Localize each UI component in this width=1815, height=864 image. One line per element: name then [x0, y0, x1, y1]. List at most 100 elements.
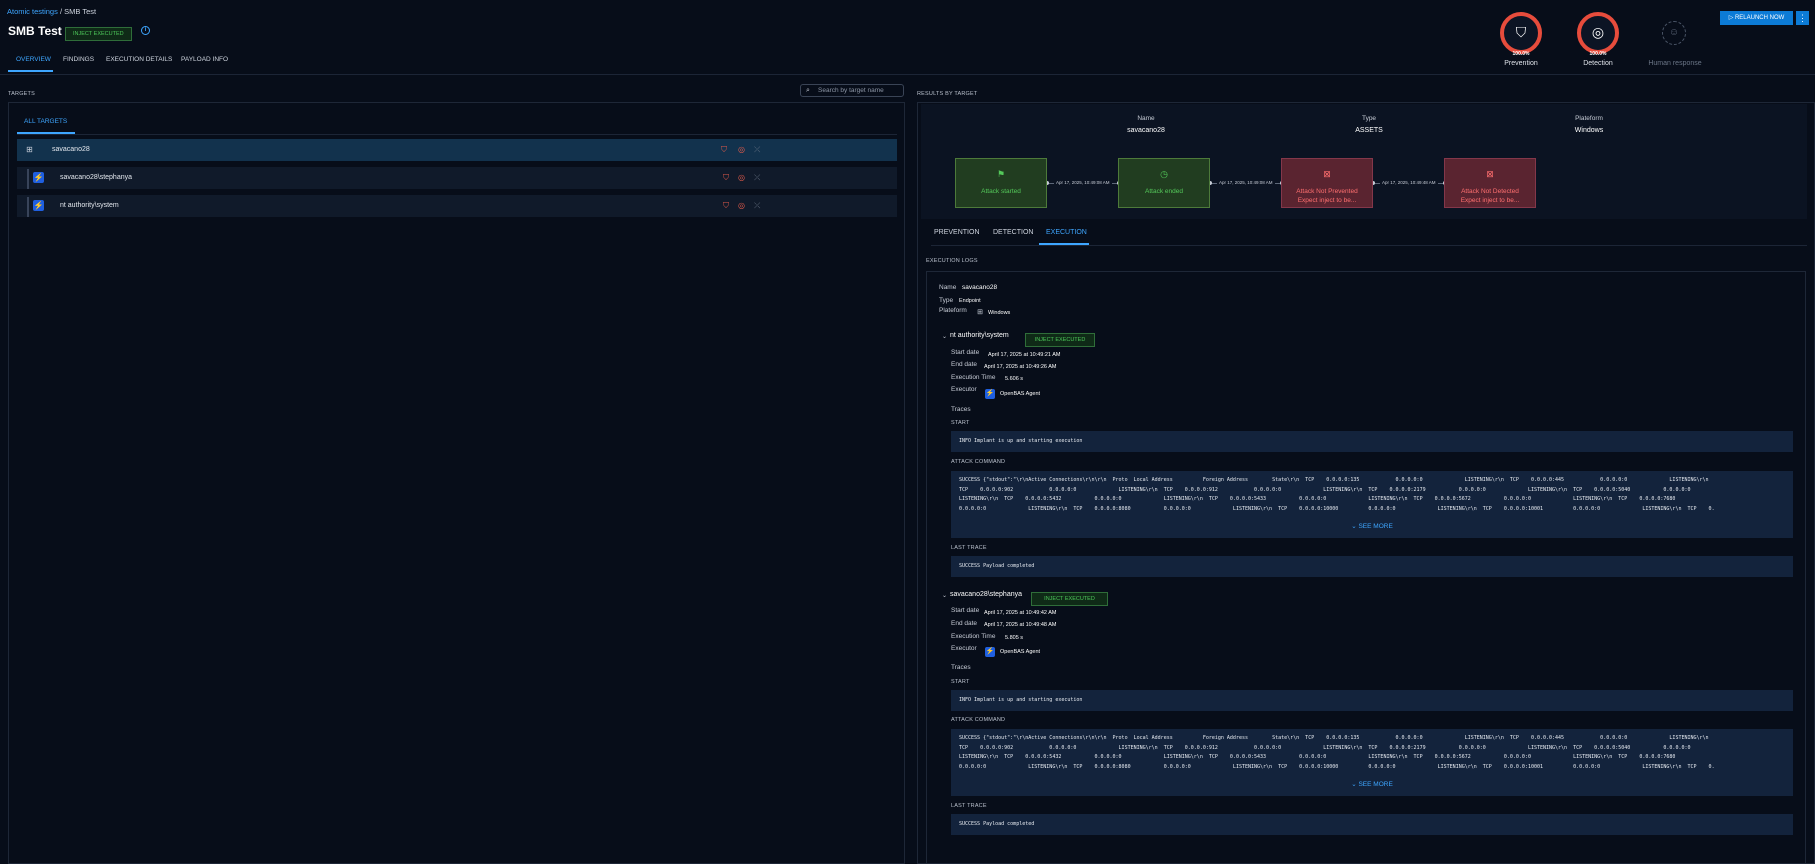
trace-start-box: INFO Implant is up and starting executio… [951, 431, 1793, 452]
see-more-button[interactable]: ⌄ SEE MORE [951, 522, 1793, 530]
phase-not-prevented: ⊠ Attack Not Prevented Expect inject to … [1281, 158, 1373, 208]
command-line: 0.0.0.0:0 LISTENING\r\n TCP 0.0.0.0:8080… [959, 505, 1715, 512]
tab-execution-details[interactable]: EXECUTION DETAILS [106, 56, 172, 63]
tab-all-targets[interactable]: ALL TARGETS [24, 118, 67, 125]
prevention-label: Prevention [1504, 60, 1538, 67]
detection-status-icon: ◎ [738, 173, 745, 182]
breadcrumb-current: SMB Test [64, 7, 97, 16]
trace-start-box: INFO Implant is up and starting executio… [951, 690, 1793, 711]
search-input[interactable]: ⌕ Search by target name [800, 84, 904, 97]
targets-heading: TARGETS [8, 91, 35, 97]
agent-status-badge: INJECT EXECUTED [1025, 333, 1095, 347]
info-name-label: Name [1137, 115, 1155, 122]
executor-value: OpenBAS Agent [1000, 391, 1041, 397]
breadcrumb-link-atomic-testings[interactable]: Atomic testings [7, 7, 58, 16]
detection-value: 100.0% [1589, 51, 1607, 57]
see-more-label: SEE MORE [1358, 523, 1393, 530]
command-line: 0.0.0.0:0 LISTENING\r\n TCP 0.0.0.0:8080… [959, 763, 1715, 770]
attack-command-heading: ATTACK COMMAND [951, 717, 1006, 723]
phase-label: Attack ended [1145, 188, 1183, 195]
end-date-value: April 17, 2025 at 10:49:26 AM [984, 364, 1057, 370]
executor-label: Executor [951, 645, 977, 652]
tab-prevention[interactable]: PREVENTION [934, 229, 980, 236]
timeline-time: Apr 17, 2025, 10:49:08 AM [1217, 180, 1275, 185]
last-trace-box: SUCCESS Payload completed [951, 556, 1793, 577]
endpoint-type-label: Type [939, 297, 954, 304]
target-row-stephanya[interactable]: ⚡ savacano28\stephanya ⛉ ◎ ⤫ [17, 167, 897, 189]
detection-status-icon: ◎ [738, 145, 745, 154]
timeline-time: Apr 17, 2025, 10:49:08 AM [1054, 180, 1112, 185]
see-more-button[interactable]: ⌄ SEE MORE [951, 780, 1793, 788]
detection-status-icon: ◎ [738, 201, 745, 210]
execution-time-value: 5.606 s [1005, 376, 1024, 382]
results-heading: RESULTS BY TARGET [917, 91, 978, 97]
start-date-value: April 17, 2025 at 10:49:21 AM [988, 352, 1061, 358]
agent-icon: ⚡ [985, 647, 995, 657]
prevention-gauge: ⛉ 100.0% [1500, 12, 1542, 57]
see-more-label: SEE MORE [1358, 781, 1393, 788]
agent-name[interactable]: savacano28\stephanya [950, 591, 1022, 598]
trace-start-heading: START [951, 420, 970, 426]
tree-line [27, 197, 29, 217]
phase-attack-ended: ◷ Attack ended [1118, 158, 1210, 208]
agent-icon: ⚡ [33, 172, 44, 183]
breadcrumb-separator: / [59, 7, 63, 16]
flag-icon: ⚑ [996, 169, 1006, 179]
endpoint-name-label: Name [939, 284, 957, 291]
target-row-nt-authority[interactable]: ⚡ nt authority\system ⛉ ◎ ⤫ [17, 195, 897, 217]
traces-label: Traces [951, 664, 971, 671]
detection-gauge: ◎ 100.0% [1577, 12, 1619, 57]
execution-logs-heading: EXECUTION LOGS [926, 258, 978, 264]
start-date-label: Start date [951, 607, 980, 614]
more-options-button[interactable]: ⋮ [1796, 11, 1809, 25]
info-type-value: ASSETS [1355, 127, 1383, 134]
relaunch-button[interactable]: ▷ RELAUNCH NOW [1720, 11, 1793, 25]
attack-command-box: SUCCESS {"stdout":"\r\nActive Connection… [951, 471, 1793, 538]
windows-icon: ⊞ [977, 309, 983, 316]
tabs-divider [931, 245, 1807, 246]
page-title: SMB Test [8, 24, 62, 38]
command-line: TCP 0.0.0.0:902 0.0.0.0:0 LISTENING\r\n … [959, 744, 1691, 751]
command-line: SUCCESS {"stdout":"\r\nActive Connection… [959, 477, 1709, 483]
endpoint-type: Endpoint [959, 298, 981, 304]
timeline-time: Apr 17, 2025, 10:49:48 AM [1380, 180, 1438, 185]
tab-indicator [8, 70, 53, 72]
prevention-status-icon: ⛉ [721, 145, 727, 154]
header-divider [0, 74, 1815, 75]
targets-divider [17, 134, 897, 135]
executor-value: OpenBAS Agent [1000, 649, 1041, 655]
end-date-label: End date [951, 361, 978, 368]
target-name: savacano28\stephanya [60, 174, 132, 181]
info-icon[interactable]: i [141, 26, 150, 35]
tree-line [27, 169, 29, 189]
breadcrumb: Atomic testings / SMB Test [7, 7, 96, 16]
command-line: LISTENING\r\n TCP 0.0.0.0:5432 0.0.0.0:0… [959, 754, 1676, 760]
phase-attack-started: ⚑ Attack started [955, 158, 1047, 208]
execution-time-label: Execution Time [951, 374, 996, 381]
info-type-label: Type [1361, 115, 1377, 122]
phase-not-detected: ⊠ Attack Not Detected Expect inject to b… [1444, 158, 1536, 208]
phase-label: Attack started [981, 188, 1021, 195]
human-response-status-icon: ⤫ [754, 173, 761, 182]
attack-command-box: SUCCESS {"stdout":"\r\nActive Connection… [951, 729, 1793, 796]
endpoint-platform: Windows [988, 310, 1011, 316]
agent-name[interactable]: nt authority\system [950, 332, 1009, 339]
target-row-savacano28[interactable]: ⊞ savacano28 ⛉ ◎ ⤫ [17, 139, 897, 161]
agent-icon: ⚡ [985, 389, 995, 399]
tab-execution[interactable]: EXECUTION [1046, 229, 1087, 236]
chevron-down-icon[interactable]: ⌄ [942, 592, 947, 599]
chevron-down-icon[interactable]: ⌄ [942, 333, 947, 340]
end-date-value: April 17, 2025 at 10:49:48 AM [984, 622, 1057, 628]
tab-detection[interactable]: DETECTION [993, 229, 1033, 236]
tab-findings[interactable]: FINDINGS [63, 56, 94, 63]
executor-label: Executor [951, 386, 977, 393]
human-response-status-icon: ⤫ [754, 145, 761, 154]
endpoint-platform-label: Plateform [939, 307, 967, 314]
windows-icon: ⊞ [26, 145, 33, 154]
attack-command-heading: ATTACK COMMAND [951, 459, 1006, 465]
alert-icon: ⊠ [1323, 169, 1331, 179]
command-line: TCP 0.0.0.0:902 0.0.0.0:0 LISTENING\r\n … [959, 486, 1691, 493]
tab-payload-info[interactable]: PAYLOAD INFO [181, 56, 228, 63]
tab-overview[interactable]: OVERVIEW [16, 56, 51, 63]
phase-label: Attack Not Prevented Expect inject to be… [1296, 188, 1358, 204]
